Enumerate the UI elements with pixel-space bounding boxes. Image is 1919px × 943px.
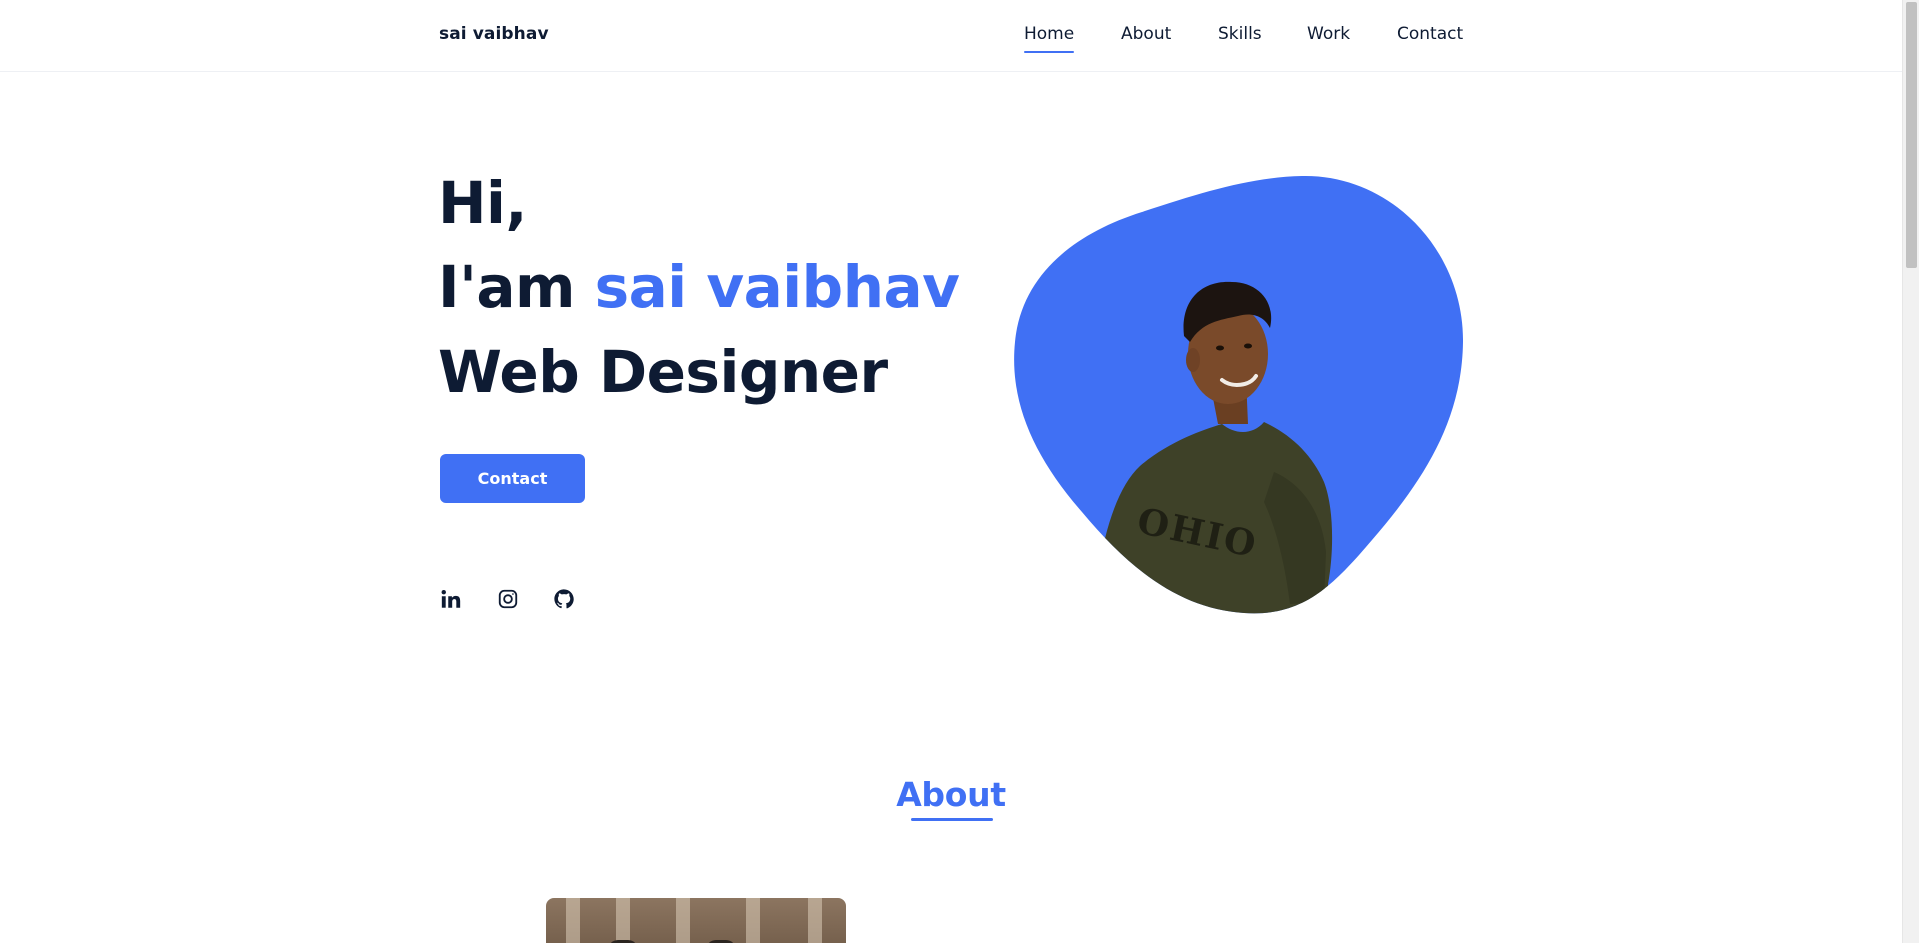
site-header: sai vaibhav Home About Skills Work Conta… — [0, 0, 1902, 72]
hero-role: Web Designer — [438, 338, 888, 406]
github-icon[interactable] — [552, 587, 576, 611]
instagram-icon[interactable] — [496, 587, 520, 611]
portfolio-page: sai vaibhav Home About Skills Work Conta… — [0, 0, 1919, 943]
linkedin-icon[interactable] — [439, 587, 463, 611]
hero-intro: I'am sai vaibhav — [438, 258, 960, 316]
nav-contact[interactable]: Contact — [1397, 24, 1463, 44]
nav-skills[interactable]: Skills — [1218, 24, 1262, 44]
about-heading: About — [896, 775, 1006, 814]
about-underline — [911, 818, 993, 821]
hero-name: sai vaibhav — [594, 253, 960, 321]
scrollbar-thumb[interactable] — [1906, 2, 1917, 268]
hero-intro-prefix: I'am — [438, 253, 575, 321]
hero-contact-button[interactable]: Contact — [440, 454, 585, 503]
nav-home[interactable]: Home — [1024, 24, 1075, 53]
page-scrollbar[interactable] — [1902, 0, 1919, 943]
nav-work[interactable]: Work — [1307, 24, 1350, 44]
hero-image-blob: OHIO — [1012, 172, 1464, 616]
hero-greeting: Hi, — [438, 169, 527, 237]
nav-about[interactable]: About — [1121, 24, 1171, 44]
logo-link[interactable]: sai vaibhav — [439, 24, 549, 44]
about-photo — [546, 898, 846, 943]
